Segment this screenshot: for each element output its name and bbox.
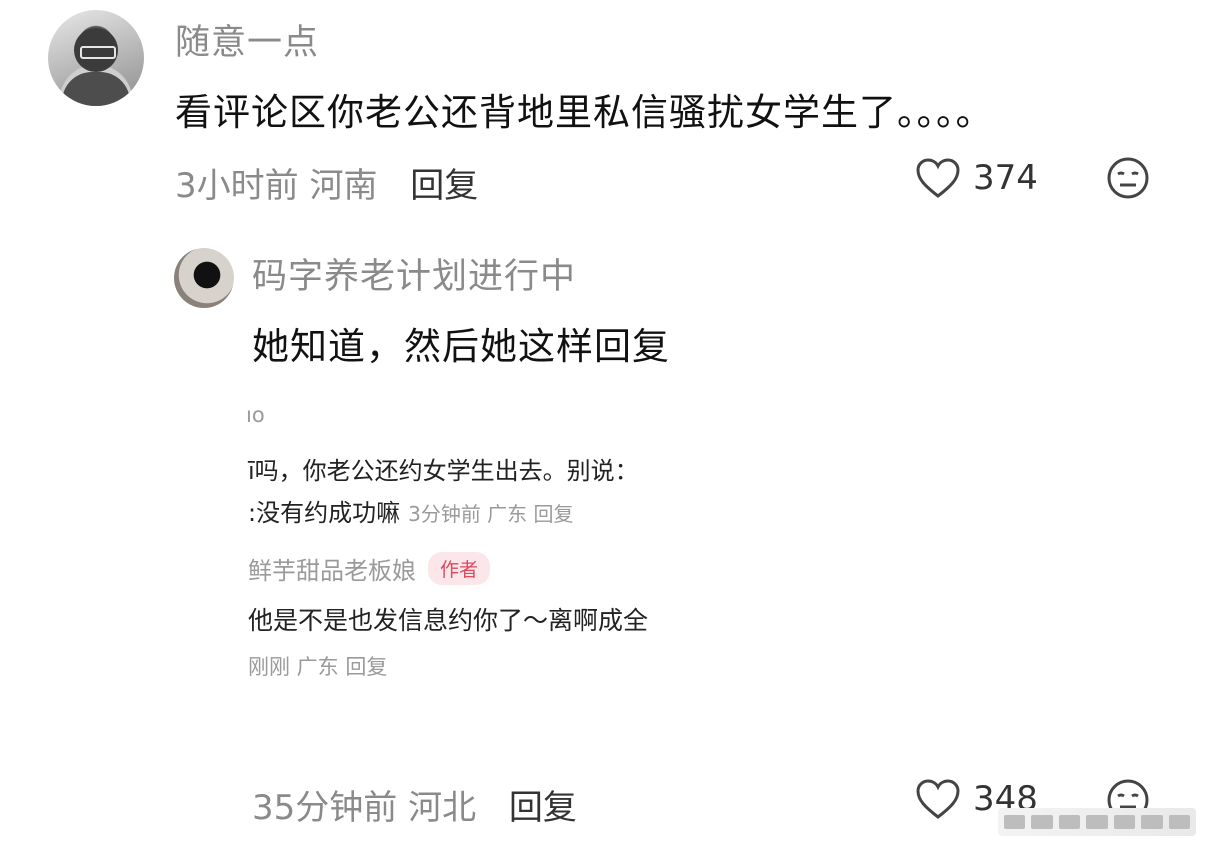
like-count: 374 [973,158,1038,198]
screenshot-comment-meta: 3分钟前 广东 回复 [408,502,574,526]
comment-username[interactable]: 随意一点 [175,14,319,65]
reply-meta: 35分钟前 河北 回复 [252,780,577,829]
screenshot-author-row: 鲜芋甜品老板娘 作者 [248,551,491,586]
screenshot-author-reply: 他是不是也发信息约你了～离啊成全 [248,606,649,635]
reply-username[interactable]: 码字养老计划进行中 [252,248,576,299]
heart-icon [916,158,960,198]
author-badge: 作者 [428,552,491,585]
screenshot-handle: ıo [246,403,265,427]
reply-button[interactable]: 回复 [410,166,478,206]
avatar[interactable] [174,248,234,308]
comment-text: 看评论区你老公还背地里私信骚扰女学生了。。。。 [175,91,994,134]
screenshot-comment-line2: :没有约成功嘛 3分钟前 广东 回复 [248,493,574,528]
screenshot-author-name: 鲜芋甜品老板娘 [248,557,416,585]
avatar[interactable] [48,10,144,106]
comment-meta: 3小时前 河南 回复 [175,158,478,207]
heart-icon [916,779,960,819]
reply-location: 河北 [408,788,477,828]
embedded-screenshot: ıo ī吗，你老公还约女学生出去。别说： :没有约成功嘛 3分钟前 广东 回复 鲜… [244,395,764,695]
meh-face-icon[interactable] [1106,156,1150,200]
screenshot-author-meta: 刚刚 广东 回复 [248,655,388,679]
reply-text: 她知道，然后她这样回复 [252,325,670,368]
comment-time: 3小时前 [175,166,299,206]
like-button[interactable]: 374 [915,156,1038,200]
reply-button[interactable]: 回复 [509,788,577,828]
reply-time: 35分钟前 [252,788,398,828]
watermark [998,808,1196,836]
screenshot-comment-line1: ī吗，你老公还约女学生出去。别说： [248,457,639,485]
screenshot-comment-text: :没有约成功嘛 [248,499,401,527]
comment-location: 河南 [309,166,378,206]
